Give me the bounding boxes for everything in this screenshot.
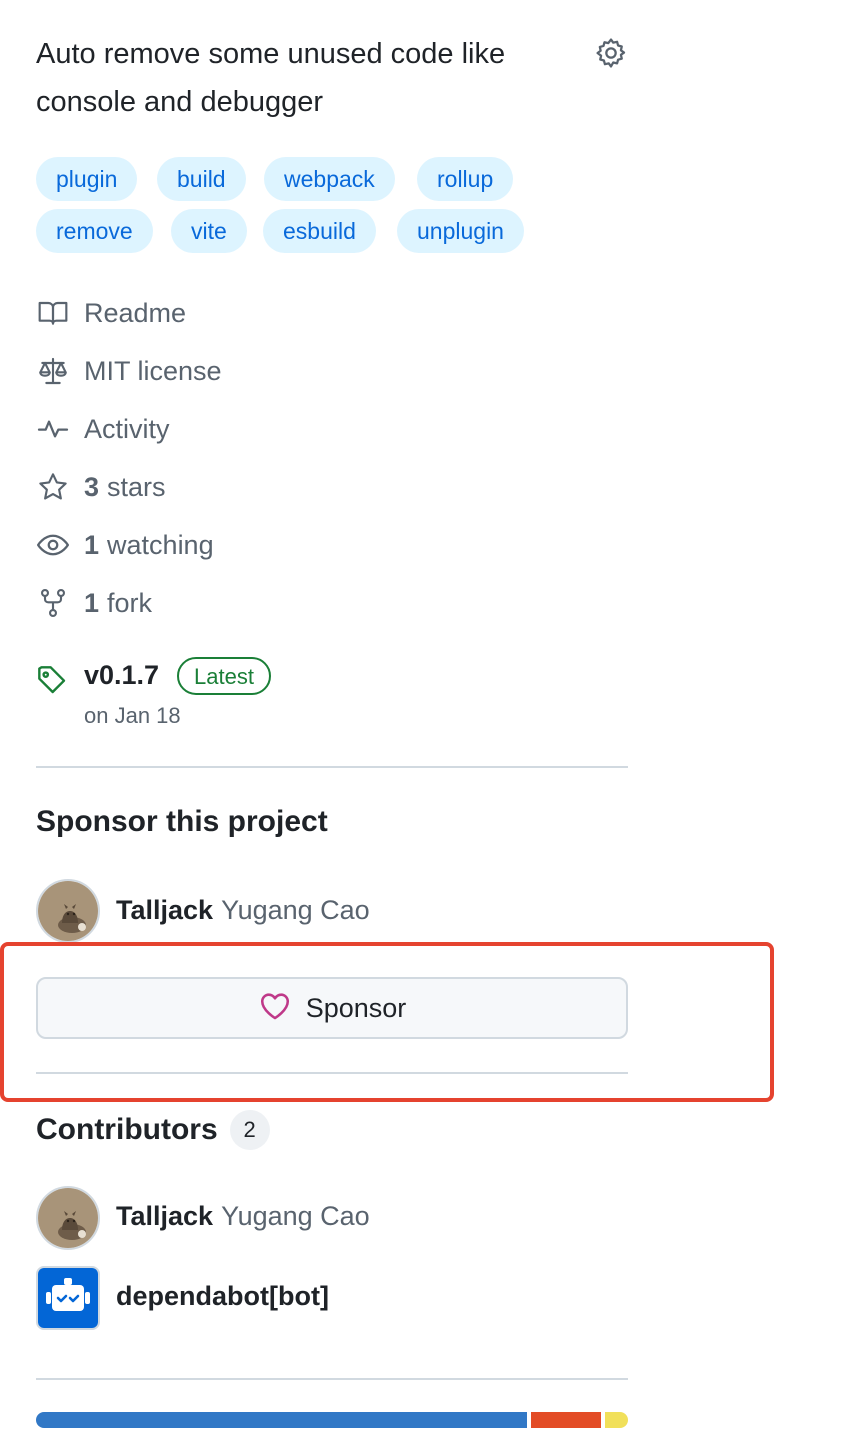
contributors-header[interactable]: Contributors 2 bbox=[36, 1110, 270, 1150]
book-icon bbox=[36, 296, 70, 330]
topic-tag[interactable]: esbuild bbox=[263, 209, 376, 253]
sponsor-heading: Sponsor this project bbox=[36, 805, 328, 838]
user-login: Talljack bbox=[116, 1201, 214, 1231]
language-segment bbox=[604, 1412, 628, 1428]
activity-label: Activity bbox=[84, 413, 170, 444]
tag-icon bbox=[36, 664, 70, 698]
topic-tag[interactable]: build bbox=[157, 157, 246, 201]
avatar[interactable] bbox=[36, 1186, 100, 1250]
user-login: dependabot[bot] bbox=[116, 1281, 329, 1311]
readme-link[interactable]: Readme bbox=[36, 293, 186, 333]
contributor-item[interactable]: dependabot[bot] bbox=[116, 1281, 329, 1312]
watching-label: watching bbox=[107, 529, 214, 560]
license-link[interactable]: MIT license bbox=[36, 351, 222, 391]
watchers-link[interactable]: 1 watching bbox=[36, 525, 214, 565]
gear-icon[interactable] bbox=[594, 36, 628, 70]
law-scale-icon bbox=[36, 354, 70, 388]
language-bar bbox=[36, 1412, 628, 1428]
contributors-count: 2 bbox=[229, 1110, 270, 1150]
stars-count: 3 bbox=[84, 471, 100, 502]
pulse-icon bbox=[36, 412, 70, 446]
user-login: Talljack bbox=[116, 895, 214, 925]
release-version[interactable]: v0.1.7 bbox=[84, 660, 159, 691]
stars-label: stars bbox=[107, 471, 166, 502]
topic-tag[interactable]: webpack bbox=[264, 157, 395, 201]
forks-label: fork bbox=[107, 587, 153, 618]
user-full-name: Yugang Cao bbox=[221, 1201, 370, 1231]
repo-description: Auto remove some unused code like consol… bbox=[36, 38, 506, 118]
sponsor-user[interactable]: Talljack Yugang Cao bbox=[116, 895, 370, 926]
star-icon bbox=[36, 470, 70, 504]
topic-tag[interactable]: plugin bbox=[36, 157, 138, 201]
release-date: on Jan 18 bbox=[84, 703, 181, 728]
topic-tag[interactable]: vite bbox=[171, 209, 247, 253]
forks-link[interactable]: 1 fork bbox=[36, 583, 152, 623]
license-label: MIT license bbox=[84, 355, 222, 386]
stars-link[interactable]: 3 stars bbox=[36, 467, 166, 507]
robot-icon bbox=[38, 1268, 98, 1328]
topic-tag[interactable]: remove bbox=[36, 209, 153, 253]
divider bbox=[36, 766, 628, 768]
dependabot-avatar[interactable] bbox=[36, 1266, 100, 1330]
divider bbox=[36, 1378, 628, 1380]
language-segment bbox=[530, 1412, 601, 1428]
avatar[interactable] bbox=[36, 879, 100, 943]
contributor-item[interactable]: Talljack Yugang Cao bbox=[116, 1201, 370, 1232]
activity-link[interactable]: Activity bbox=[36, 409, 170, 449]
topic-tag[interactable]: unplugin bbox=[397, 209, 524, 253]
readme-label: Readme bbox=[84, 297, 187, 328]
language-segment bbox=[36, 1412, 527, 1428]
contributors-heading: Contributors bbox=[36, 1113, 218, 1146]
user-full-name: Yugang Cao bbox=[221, 895, 370, 925]
forks-count: 1 bbox=[84, 587, 100, 618]
latest-badge: Latest bbox=[177, 657, 271, 695]
watching-count: 1 bbox=[84, 529, 100, 560]
highlight-box bbox=[0, 942, 774, 1102]
fork-icon bbox=[36, 586, 70, 620]
topic-tag[interactable]: rollup bbox=[417, 157, 514, 201]
eye-icon bbox=[36, 528, 70, 562]
